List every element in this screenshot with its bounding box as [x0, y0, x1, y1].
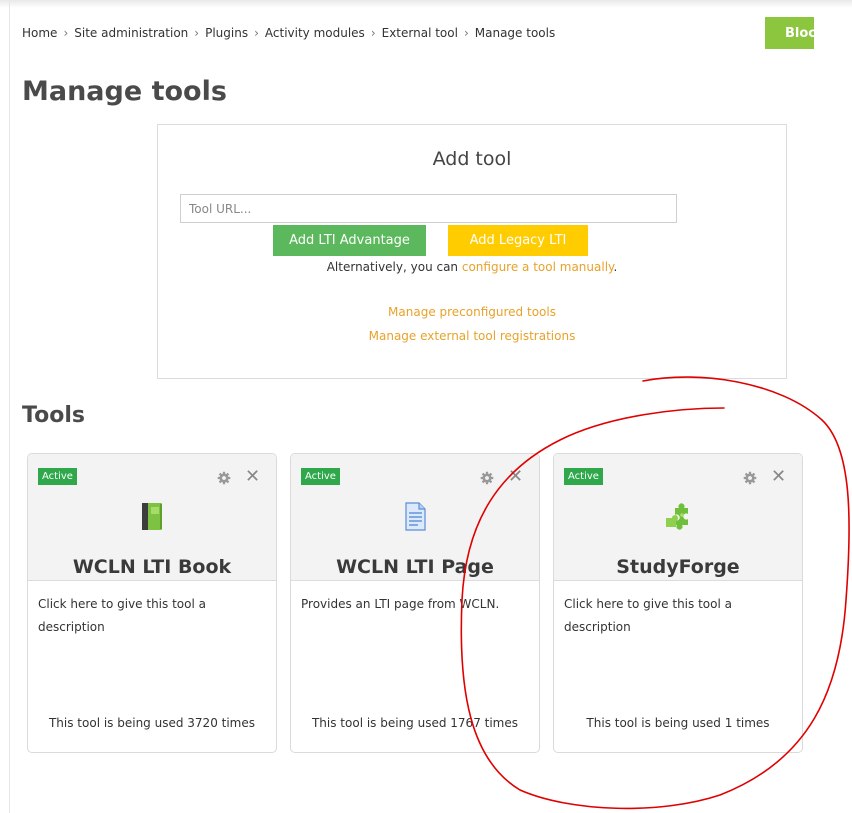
page-icon [405, 502, 426, 531]
chevron-right-icon: › [370, 26, 376, 40]
tool-usage: This tool is being used 3720 times [48, 716, 256, 730]
tool-description[interactable]: Click here to give this tool a descripti… [564, 593, 794, 639]
breadcrumb-site-administration[interactable]: Site administration [74, 26, 188, 40]
configure-manually-link[interactable]: configure a tool manually [462, 260, 614, 274]
tool-card-header: Active ✕ WCLN LTI Book [28, 454, 276, 581]
add-tool-panel: Add tool Add LTI Advantage Add Legacy LT… [157, 124, 787, 379]
alternative-prefix: Alternatively, you can [326, 260, 462, 274]
add-tool-heading: Add tool [432, 148, 512, 170]
manage-preconfigured-row: Manage preconfigured tools [158, 305, 786, 319]
tool-card-studyforge[interactable]: Active ✕ StudyForge Click here to give t… [553, 453, 803, 753]
tool-name: StudyForge [616, 556, 740, 578]
tool-description[interactable]: Provides an LTI page from WCLN. [301, 593, 531, 616]
add-lti-advantage-button[interactable]: Add LTI Advantage [273, 225, 426, 256]
breadcrumb-manage-tools: Manage tools [474, 26, 556, 40]
gear-icon[interactable] [217, 471, 231, 485]
breadcrumb-home[interactable]: Home [22, 26, 57, 40]
manage-registrations-link[interactable]: Manage external tool registrations [369, 329, 576, 343]
tools-heading: Tools [22, 403, 85, 428]
book-icon [142, 503, 162, 530]
tool-name: WCLN LTI Page [336, 556, 494, 578]
breadcrumb-activity-modules[interactable]: Activity modules [265, 26, 365, 40]
chevron-right-icon: › [194, 26, 200, 40]
tool-card-wcln-lti-book[interactable]: Active ✕ WCLN LTI Book Click here to giv… [27, 453, 277, 753]
gear-icon[interactable] [480, 471, 494, 485]
puzzle-icon [666, 503, 688, 530]
left-divider [9, 0, 10, 813]
alternative-text: Alternatively, you can configure a tool … [158, 260, 786, 274]
close-icon[interactable]: ✕ [245, 467, 260, 487]
status-badge: Active [564, 468, 603, 485]
breadcrumb: Home › Site administration › Plugins › A… [22, 26, 555, 40]
tool-usage: This tool is being used 1767 times [311, 716, 519, 730]
close-icon[interactable]: ✕ [508, 467, 523, 487]
add-legacy-lti-button[interactable]: Add Legacy LTI [448, 225, 588, 256]
manage-preconfigured-link[interactable]: Manage preconfigured tools [388, 305, 556, 319]
status-badge: Active [301, 468, 340, 485]
chevron-right-icon: › [63, 26, 69, 40]
alternative-suffix: . [613, 260, 618, 274]
breadcrumb-plugins[interactable]: Plugins [205, 26, 248, 40]
status-badge: Active [38, 468, 77, 485]
tool-description[interactable]: Click here to give this tool a descripti… [38, 593, 268, 639]
tool-card-header: Active ✕ StudyForge [554, 454, 802, 581]
tool-usage: This tool is being used 1 times [586, 716, 770, 730]
tool-card-wcln-lti-page[interactable]: Active ✕ WCLN LTI Page Provides an LTI p… [290, 453, 540, 753]
breadcrumb-external-tool[interactable]: External tool [382, 26, 458, 40]
blocks-toggle-button[interactable]: Bloc [765, 17, 814, 49]
chevron-right-icon: › [463, 26, 469, 40]
manage-registrations-row: Manage external tool registrations [158, 329, 786, 343]
tool-name: WCLN LTI Book [72, 556, 232, 578]
chevron-right-icon: › [254, 26, 259, 40]
tool-url-input[interactable] [180, 194, 677, 223]
page-title: Manage tools [22, 76, 227, 107]
top-shadow [0, 0, 852, 8]
tool-card-header: Active ✕ WCLN LTI Page [291, 454, 539, 581]
gear-icon[interactable] [743, 471, 757, 485]
close-icon[interactable]: ✕ [771, 467, 786, 487]
